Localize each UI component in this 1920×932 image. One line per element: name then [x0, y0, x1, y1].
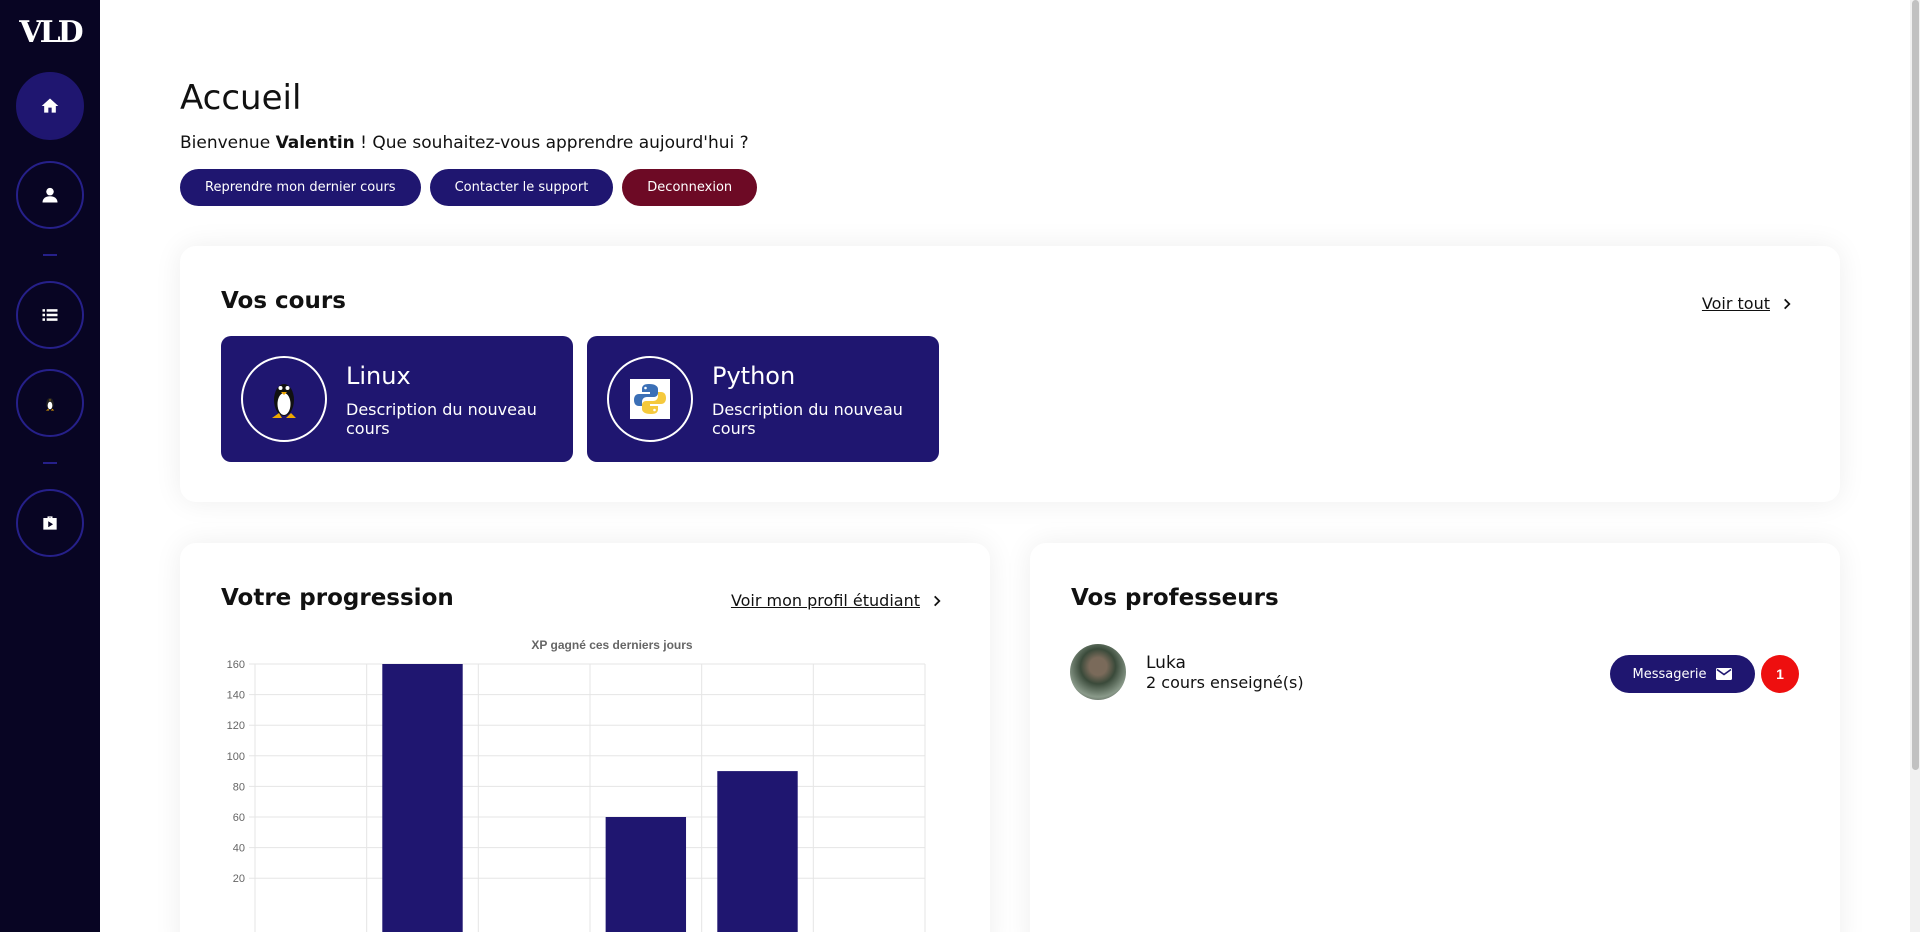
chart-bar [605, 817, 687, 932]
page-title: Accueil [180, 78, 302, 118]
course-card-linux[interactable]: Linux Description du nouveau cours [221, 336, 573, 462]
teachers-title: Vos professeurs [1071, 585, 1279, 611]
unread-messages-badge[interactable]: 1 [1761, 655, 1799, 693]
chart-y-tick-label: 140 [227, 690, 245, 702]
course-card-python[interactable]: Python Description du nouveau cours [587, 336, 939, 462]
chart-bar [717, 771, 798, 932]
logout-button[interactable]: Deconnexion [622, 169, 758, 206]
messaging-button[interactable]: Messagerie [1610, 655, 1755, 693]
sidebar-item-profile[interactable] [16, 161, 84, 229]
sidebar-item-linux[interactable] [16, 369, 84, 437]
teachers-card: Vos professeurs Luka 2 cours enseigné(s)… [1030, 543, 1840, 932]
see-all-label: Voir tout [1701, 294, 1770, 313]
chart-y-tick-label: 100 [227, 751, 245, 763]
chart-y-tick-label: 20 [233, 873, 245, 885]
courses-title: Vos cours [221, 288, 346, 314]
messaging-label: Messagerie [1632, 666, 1707, 682]
chart-grid [249, 663, 926, 932]
welcome-text: Bienvenue Valentin ! Que souhaitez-vous … [180, 133, 749, 153]
page-scrollbar[interactable] [1910, 0, 1920, 932]
teacher-name: Luka [1146, 653, 1186, 673]
course-description: Description du nouveau cours [712, 400, 903, 438]
user-name: Valentin [275, 133, 355, 153]
course-icon-frame [241, 356, 327, 442]
user-icon [42, 187, 58, 203]
welcome-prefix: Bienvenue [180, 133, 276, 153]
sidebar-item-home[interactable] [16, 72, 84, 140]
chart-title: XP gagné ces derniers jours [531, 638, 693, 652]
course-name: Python [712, 362, 796, 390]
chart-y-tick-label: 160 [227, 659, 245, 671]
sidebar-item-courses[interactable] [16, 281, 84, 349]
briefcase-icon [43, 516, 57, 530]
chart-y-tick-label: 60 [233, 812, 245, 824]
scrollbar-thumb[interactable] [1912, 0, 1919, 770]
xp-bar-chart: XP gagné ces derniers jours 20 40 60 80 100 1… [227, 638, 926, 932]
course-icon-frame [607, 356, 693, 442]
sidebar: VLD [0, 0, 100, 932]
chart-y-tick-label: 120 [227, 720, 245, 732]
student-profile-label: Voir mon profil étudiant [730, 591, 920, 610]
home-icon [41, 98, 59, 113]
chart-y-tick-label: 80 [233, 781, 245, 793]
vld-logo[interactable]: VLD [14, 16, 86, 50]
progress-card: Votre progression Voir mon profil étudia… [180, 543, 990, 932]
header-actions: Reprendre mon dernier cours Contacter le… [180, 169, 758, 206]
linux-penguin-icon [272, 384, 296, 418]
chevron-right-icon [934, 595, 941, 606]
course-name: Linux [346, 362, 411, 390]
course-description: Description du nouveau cours [346, 400, 537, 438]
progress-title: Votre progression [221, 585, 454, 611]
sidebar-divider [43, 462, 57, 464]
contact-support-button[interactable]: Contacter le support [429, 169, 614, 206]
resume-course-button[interactable]: Reprendre mon dernier cours [180, 169, 421, 206]
courses-card: Vos cours Voir tout Linux Description du… [180, 246, 1840, 502]
welcome-suffix: ! Que souhaitez-vous apprendre aujourd'h… [354, 133, 749, 153]
chart-y-ticks: 20 40 60 80 100 120 140 160 [227, 659, 245, 885]
see-all-courses-link[interactable]: Voir tout [1702, 294, 1794, 313]
sidebar-divider [43, 254, 57, 256]
chart-bar [382, 664, 463, 932]
chart-y-tick-label: 40 [233, 843, 245, 855]
student-profile-link[interactable]: Voir mon profil étudiant [731, 591, 944, 610]
envelope-icon [1716, 668, 1733, 680]
linux-icon [45, 398, 55, 411]
sidebar-item-jobs[interactable] [16, 489, 84, 557]
chevron-right-icon [1784, 298, 1791, 309]
python-logo-icon [630, 379, 670, 419]
teacher-course-count: 2 cours enseigné(s) [1146, 673, 1304, 692]
teacher-avatar [1070, 644, 1126, 700]
list-icon [42, 309, 58, 321]
